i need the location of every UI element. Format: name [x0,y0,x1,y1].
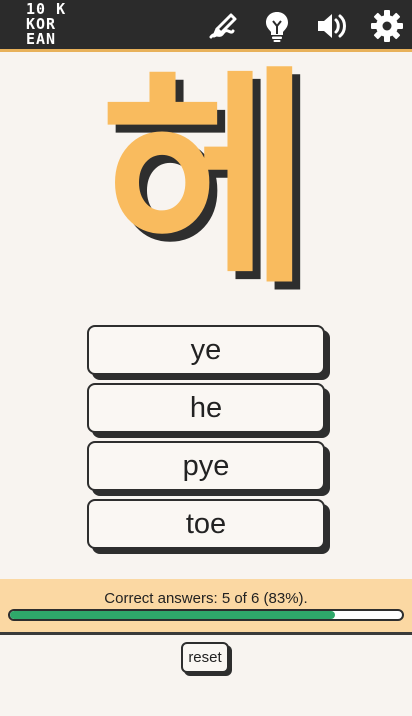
lightbulb-icon[interactable] [259,8,295,44]
logo-line-3: EAN [26,30,57,48]
progress-bar [8,609,404,621]
progress-panel: Correct answers: 5 of 6 (83%). [0,579,412,635]
top-bar: 10 K KOR EAN [0,0,412,52]
speaker-icon[interactable] [314,8,350,44]
answer-button-pye[interactable]: pye [87,441,325,491]
question-area: 헤 [0,56,412,308]
progress-text: Correct answers: 5 of 6 (83%). [104,590,308,607]
korean-character: 헤 [100,48,312,315]
app-logo[interactable]: 10 K KOR EAN [26,2,76,47]
writing-icon[interactable] [204,8,240,44]
answer-button-he[interactable]: he [87,383,325,433]
progress-fill [10,611,336,619]
reset-button[interactable]: reset [181,642,229,673]
answer-button-ye[interactable]: ye [87,325,325,375]
answer-button-toe[interactable]: toe [87,499,325,549]
gear-icon[interactable] [369,8,405,44]
answer-list: ye he pye toe [87,325,333,557]
